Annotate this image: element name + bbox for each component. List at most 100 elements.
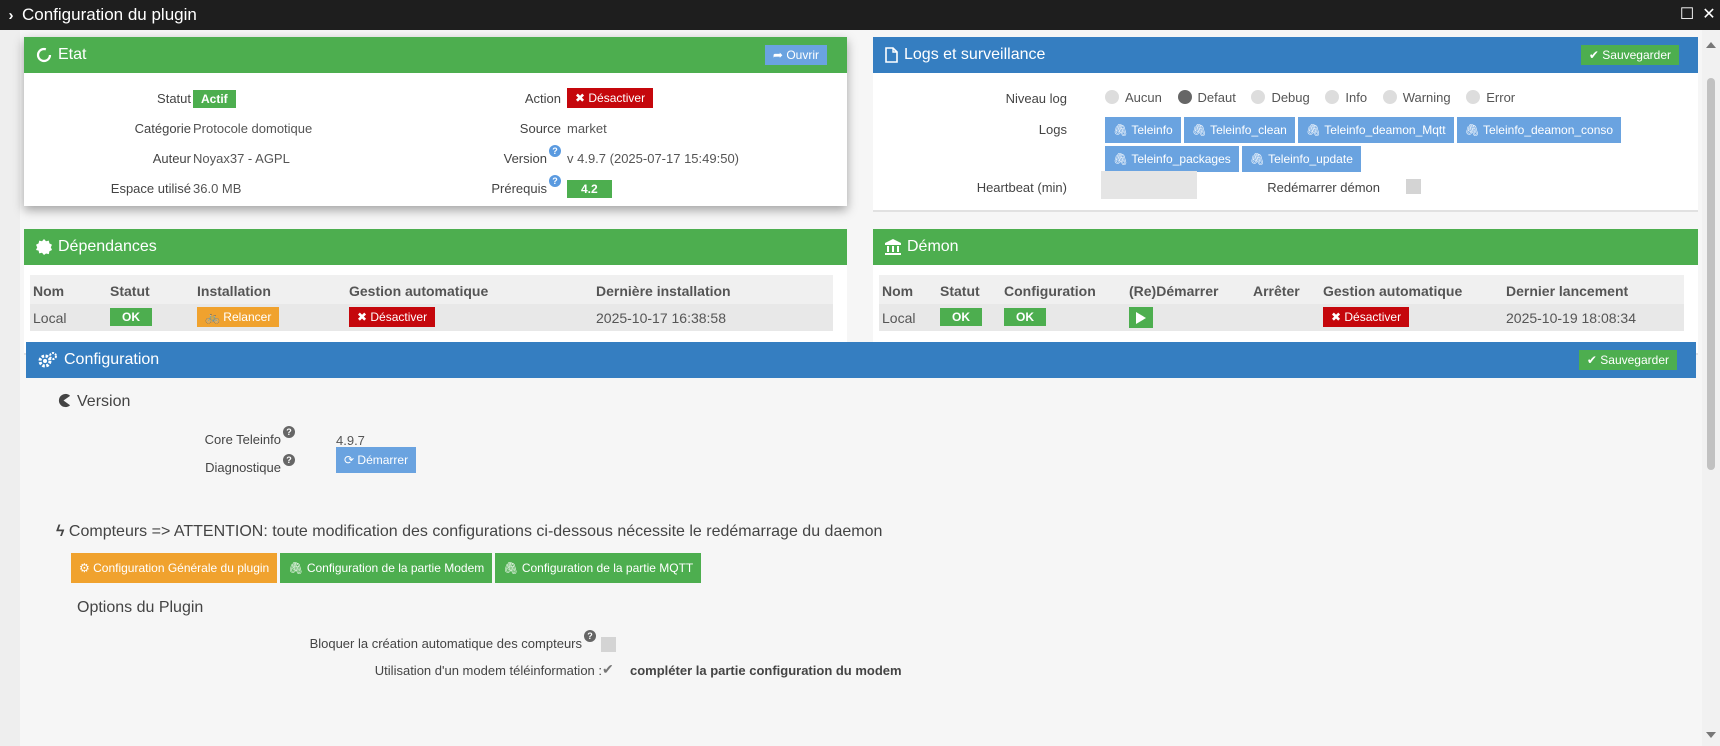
refresh-circle-icon bbox=[36, 47, 52, 63]
logs-title: Logs et surveillance bbox=[904, 46, 1046, 63]
bloquer-label-text: Bloquer la création automatique des comp… bbox=[309, 636, 582, 651]
radio-aucun[interactable]: Aucun bbox=[1105, 90, 1162, 105]
help-icon[interactable]: ? bbox=[549, 175, 561, 187]
check-circle-icon: ✔ bbox=[1586, 353, 1597, 367]
radio-error[interactable]: Error bbox=[1466, 90, 1515, 105]
paperclip-icon: 🖇 bbox=[1113, 152, 1129, 166]
left-gutter bbox=[0, 30, 20, 746]
scroll-up-icon[interactable] bbox=[1706, 42, 1716, 48]
dep-desactiver-label: Désactiver bbox=[370, 310, 428, 324]
prerequis-badge: 4.2 bbox=[567, 180, 612, 198]
demon-title: Démon bbox=[907, 238, 959, 255]
play-icon bbox=[1136, 311, 1146, 324]
scrollbar-thumb[interactable] bbox=[1707, 78, 1715, 470]
col-header: Configuration bbox=[1004, 283, 1096, 299]
demon-config-badge: OK bbox=[1004, 308, 1046, 326]
col-header: Nom bbox=[882, 283, 914, 299]
help-icon[interactable]: ? bbox=[283, 426, 295, 438]
help-icon[interactable]: ? bbox=[584, 630, 596, 642]
log-button-teleinfo[interactable]: 🖇 Teleinfo bbox=[1105, 117, 1181, 143]
maximize-icon[interactable]: ☐ bbox=[1676, 5, 1698, 25]
logs-save-button[interactable]: ✔ Sauvegarder bbox=[1580, 45, 1679, 65]
demon-desactiver-button[interactable]: ✖ Désactiver bbox=[1323, 307, 1410, 327]
log-button-packages[interactable]: 🖇 Teleinfo_packages bbox=[1105, 146, 1239, 172]
paperclip-icon: 🖇 bbox=[1305, 123, 1322, 137]
close-icon[interactable]: ✕ bbox=[1698, 5, 1720, 25]
diagnostic-start-button[interactable]: ⟳ Démarrer bbox=[336, 447, 417, 473]
configuration-title: Configuration bbox=[64, 351, 160, 368]
vertical-scrollbar[interactable] bbox=[1702, 30, 1720, 746]
pacman-icon bbox=[58, 393, 71, 408]
radio-circle bbox=[1105, 90, 1119, 104]
categorie-label: Catégorie bbox=[134, 121, 191, 136]
dep-desactiver-button[interactable]: ✖ Désactiver bbox=[349, 307, 436, 327]
log-button-label: Teleinfo_packages bbox=[1131, 152, 1231, 166]
modem-checkbox[interactable]: ✔ bbox=[602, 661, 614, 678]
prerequis-label: Prérequis? bbox=[444, 175, 561, 196]
tab-config-mqtt[interactable]: 🖇 Configuration de la partie MQTT bbox=[495, 553, 702, 583]
dependances-panel: Dépendances Nom Statut Installation Gest… bbox=[24, 229, 847, 355]
statut-badge: Actif bbox=[193, 90, 236, 108]
col-header: Nom bbox=[33, 283, 65, 299]
log-button-deamon-conso[interactable]: 🖇 Teleinfo_deamon_conso bbox=[1456, 117, 1622, 143]
restart-daemon-checkbox[interactable] bbox=[1406, 179, 1421, 194]
log-level-radios: Aucun Defaut Debug Info Warning Error bbox=[1105, 90, 1515, 105]
radio-defaut-label: Defaut bbox=[1197, 90, 1236, 105]
tab-label: Configuration de la partie Modem bbox=[306, 561, 485, 575]
version-label: Version? bbox=[444, 145, 561, 166]
col-header: Gestion automatique bbox=[1323, 283, 1463, 299]
source-value: market bbox=[567, 121, 607, 136]
demon-panel: Démon Nom Statut Configuration (Re)Démar… bbox=[873, 229, 1698, 355]
radio-info[interactable]: Info bbox=[1325, 90, 1367, 105]
relancer-button[interactable]: 🚲 Relancer bbox=[197, 307, 280, 327]
file-icon bbox=[885, 47, 898, 63]
bloquer-checkbox[interactable] bbox=[601, 637, 616, 652]
log-button-update[interactable]: 🖇 Teleinfo_update bbox=[1241, 146, 1361, 172]
version-label-text: Version bbox=[503, 151, 547, 166]
radio-debug[interactable]: Debug bbox=[1251, 90, 1310, 105]
compteurs-heading-text: Compteurs => ATTENTION: toute modificati… bbox=[68, 523, 883, 540]
log-button-teleinfo-clean[interactable]: 🖇 Teleinfo_clean bbox=[1183, 117, 1295, 143]
window-title: Configuration du plugin bbox=[22, 5, 197, 24]
log-button-deamon-mqtt[interactable]: 🖇 Teleinfo_deamon_Mqtt bbox=[1297, 117, 1454, 143]
config-save-button[interactable]: ✔ Sauvegarder bbox=[1578, 350, 1677, 370]
dependances-table: Nom Statut Installation Gestion automati… bbox=[30, 275, 833, 331]
heartbeat-input[interactable] bbox=[1101, 171, 1197, 199]
table-row: Local OK OK ✖ Désactiver 2025-10-19 18:0… bbox=[879, 304, 1684, 331]
heartbeat-label: Heartbeat (min) bbox=[976, 180, 1067, 195]
tab-config-modem[interactable]: 🖇 Configuration de la partie Modem bbox=[280, 553, 493, 583]
tab-config-generale[interactable]: ⚙ Configuration Générale du plugin bbox=[71, 553, 278, 583]
help-icon[interactable]: ? bbox=[549, 145, 561, 157]
radio-aucun-label: Aucun bbox=[1125, 90, 1162, 105]
version-heading: Version bbox=[56, 393, 130, 411]
diag-label: Diagnostique? bbox=[176, 454, 295, 475]
col-header: Installation bbox=[197, 283, 271, 299]
demon-table: Nom Statut Configuration (Re)Démarrer Ar… bbox=[879, 275, 1684, 331]
share-icon: ➦ bbox=[772, 48, 783, 62]
radio-circle bbox=[1325, 90, 1340, 104]
log-button-label: Teleinfo_deamon_conso bbox=[1482, 123, 1614, 137]
log-button-label: Teleinfo_deamon_Mqtt bbox=[1324, 123, 1446, 137]
chevron-right-icon[interactable]: › bbox=[0, 7, 22, 24]
help-icon[interactable]: ? bbox=[283, 454, 295, 466]
paperclip-icon: 🖇 bbox=[503, 561, 519, 575]
logs-panel: Logs et surveillance ✔ Sauvegarder Nivea… bbox=[873, 37, 1698, 212]
col-header: Arrêter bbox=[1253, 283, 1300, 299]
demon-desactiver-label: Désactiver bbox=[1344, 310, 1402, 324]
col-header: Statut bbox=[940, 283, 980, 299]
scroll-down-icon[interactable] bbox=[1706, 732, 1716, 738]
radio-defaut[interactable]: Defaut bbox=[1177, 90, 1236, 105]
radio-error-label: Error bbox=[1486, 90, 1516, 105]
restart-daemon-label: Redémarrer démon bbox=[1267, 180, 1380, 195]
demon-start-button[interactable] bbox=[1129, 307, 1153, 328]
dep-status-badge: OK bbox=[110, 308, 152, 326]
radio-warning[interactable]: Warning bbox=[1382, 90, 1451, 105]
paperclip-icon: 🖇 bbox=[1249, 152, 1265, 166]
espace-label: Espace utilisé bbox=[110, 181, 191, 196]
radio-circle bbox=[1382, 90, 1397, 104]
desactiver-plugin-button[interactable]: ✖ Désactiver bbox=[567, 88, 654, 108]
open-button[interactable]: ➦ Ouvrir bbox=[764, 45, 827, 65]
modem-hint: compléter la partie configuration du mod… bbox=[630, 663, 902, 678]
core-label-text: Core Teleinfo bbox=[204, 432, 281, 447]
paperclip-icon: 🖇 bbox=[1464, 123, 1480, 137]
